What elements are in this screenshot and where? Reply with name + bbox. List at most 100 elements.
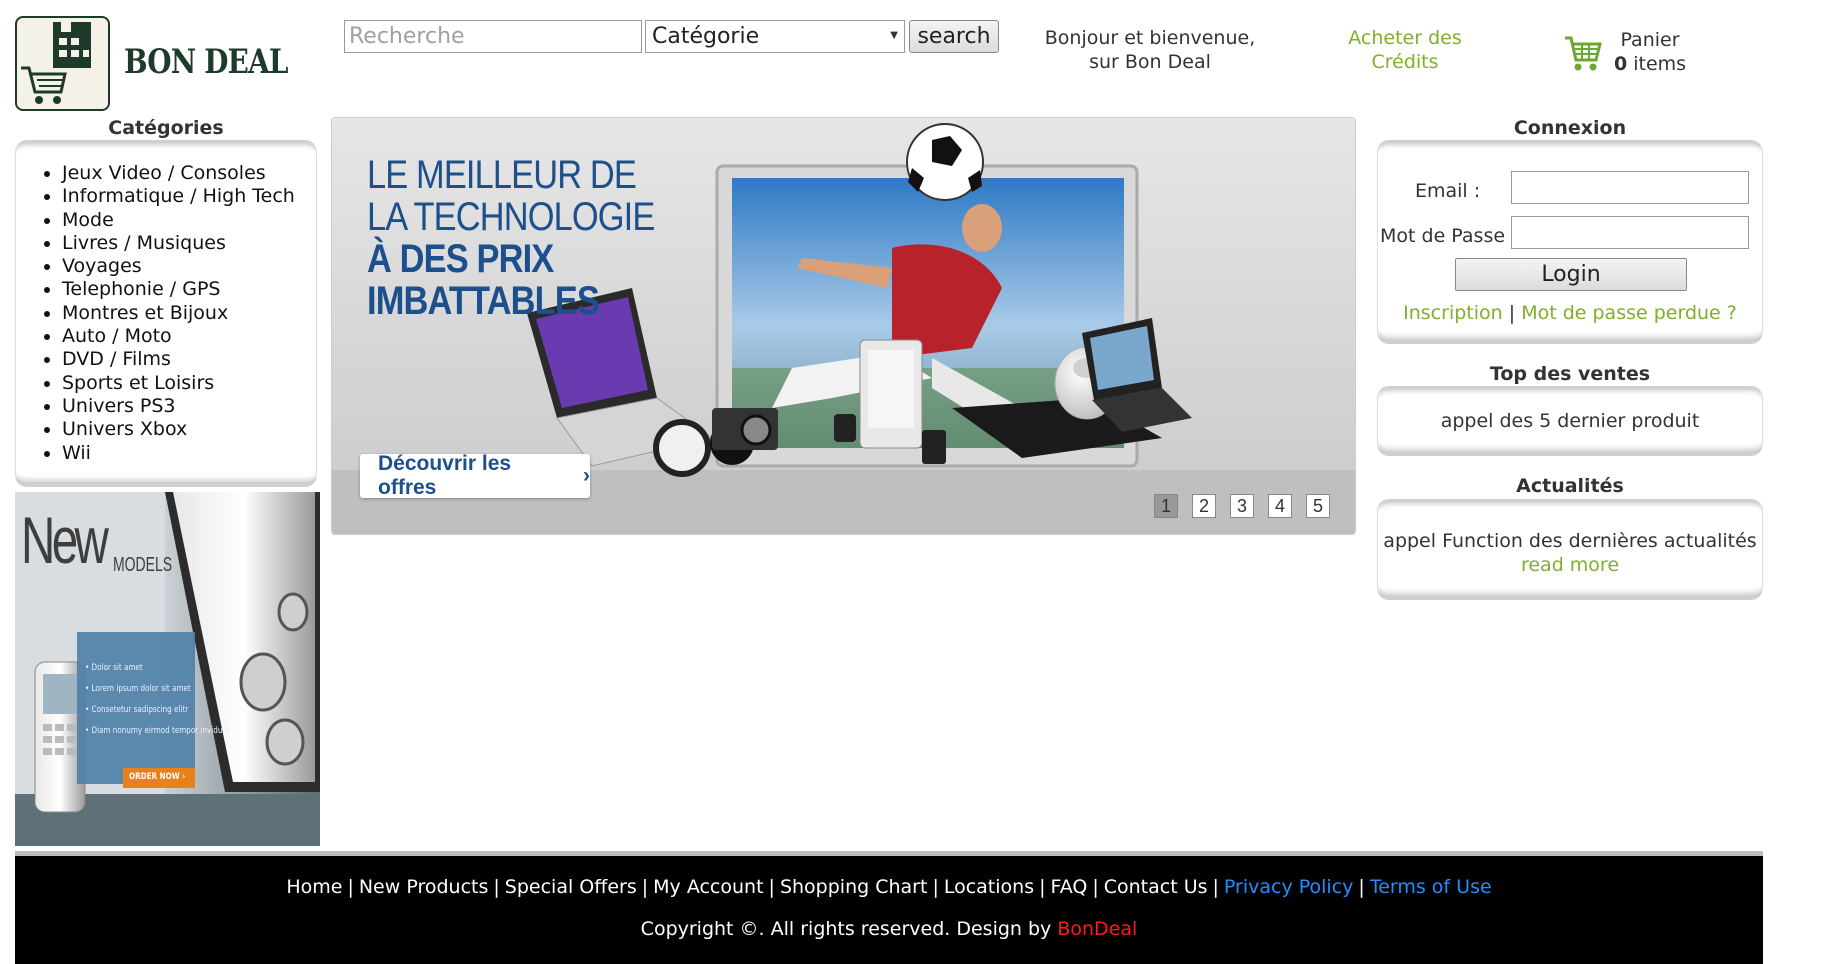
footer-link-my-account[interactable]: My Account — [653, 876, 763, 898]
ad-bullet-list: • Dolor sit amet • Lorem ipsum dolor sit… — [85, 658, 230, 742]
search-button[interactable]: search — [909, 20, 999, 53]
lost-password-link[interactable]: Mot de passe perdue ? — [1521, 302, 1737, 324]
chevron-right-icon: › — [583, 464, 590, 487]
news-content: appel Function des dernières actualités … — [1378, 529, 1762, 577]
ad-bullet: • Dolor sit amet — [85, 663, 143, 673]
carousel-pager: 1 2 3 4 5 — [1154, 494, 1330, 518]
category-item[interactable]: Univers PS3 — [62, 395, 295, 418]
categories-panel: Jeux Video / Consoles Informatique / Hig… — [15, 140, 317, 487]
buy-credits-line-2: Crédits — [1371, 51, 1439, 73]
category-item[interactable]: Jeux Video / Consoles — [62, 162, 295, 185]
link-separator: | — [1508, 302, 1516, 324]
dropdown-arrow-icon: ▼ — [890, 30, 898, 41]
ad-bullet: • Lorem ipsum dolor sit amet — [85, 684, 191, 694]
login-panel: Email : Mot de Passe : Login Inscription… — [1377, 140, 1763, 344]
discover-offers-button[interactable]: Découvrir les offres › — [360, 452, 590, 499]
category-item[interactable]: Wii — [62, 442, 295, 465]
carousel-page-4[interactable]: 4 — [1268, 494, 1292, 518]
welcome-message: Bonjour et bienvenue, sur Bon Deal — [1020, 26, 1280, 74]
cart-summary[interactable]: Panier 0 items — [1600, 28, 1700, 76]
footer-link-locations[interactable]: Locations — [944, 876, 1034, 898]
footer-separator: | — [1212, 876, 1219, 898]
category-select-value: Catégorie — [652, 24, 760, 49]
ad-subline: MODELS — [113, 554, 173, 576]
carousel-page-1[interactable]: 1 — [1154, 494, 1178, 518]
category-item[interactable]: Telephonie / GPS — [62, 278, 295, 301]
shopping-cart-icon[interactable] — [1563, 34, 1603, 72]
footer-separator: | — [1358, 876, 1365, 898]
footer-link-privacy-policy[interactable]: Privacy Policy — [1224, 876, 1353, 898]
footer-link-faq[interactable]: FAQ — [1051, 876, 1088, 898]
category-select[interactable]: Catégorie ▼ — [645, 20, 905, 53]
email-field[interactable] — [1511, 171, 1749, 204]
cart-label: Panier — [1620, 29, 1680, 51]
read-more-link[interactable]: read more — [1378, 553, 1762, 577]
carousel-page-2[interactable]: 2 — [1192, 494, 1216, 518]
logo-cart-icon — [21, 22, 91, 104]
footer-separator: | — [1092, 876, 1099, 898]
logo[interactable] — [15, 16, 110, 111]
search-input[interactable] — [344, 20, 642, 53]
carousel-page-3[interactable]: 3 — [1230, 494, 1254, 518]
category-item[interactable]: DVD / Films — [62, 348, 295, 371]
category-item[interactable]: Montres et Bijoux — [62, 302, 295, 325]
ad-bullet: • Consetetur sadipscing elitr — [85, 705, 189, 715]
cart-count-line: 0 items — [1600, 52, 1700, 76]
new-models-ad-banner[interactable]: New MODELS • Dolor sit amet • Lorem ipsu… — [15, 492, 320, 846]
hero-headline-line-1: LE MEILLEUR DE — [367, 153, 637, 197]
footer-separator: | — [347, 876, 354, 898]
ad-order-button[interactable]: ORDER NOW › — [129, 772, 185, 782]
logo-wordmark[interactable]: BON DEAL — [124, 42, 288, 82]
login-links: Inscription | Mot de passe perdue ? — [1378, 302, 1762, 324]
category-item[interactable]: Mode — [62, 209, 295, 232]
top-sales-text: appel des 5 dernier produit — [1440, 410, 1700, 432]
carousel-page-5[interactable]: 5 — [1306, 494, 1330, 518]
top-sales-panel: appel des 5 dernier produit — [1377, 386, 1763, 456]
designer-link[interactable]: BonDeal — [1057, 918, 1137, 940]
buy-credits-link[interactable]: Acheter des Crédits — [1330, 26, 1480, 74]
login-button[interactable]: Login — [1455, 258, 1687, 291]
category-item[interactable]: Livres / Musiques — [62, 232, 295, 255]
footer-link-shopping-chart[interactable]: Shopping Chart — [780, 876, 927, 898]
footer-link-new-products[interactable]: New Products — [359, 876, 489, 898]
news-title: Actualités — [1516, 475, 1624, 497]
buy-credits-line-1: Acheter des — [1348, 27, 1462, 49]
ad-headline: New — [21, 503, 109, 577]
categories-list: Jeux Video / Consoles Informatique / Hig… — [30, 162, 295, 465]
ad-bullet: • Diam nonumy eirmod tempor invidunt — [85, 726, 230, 736]
category-item[interactable]: Informatique / High Tech — [62, 185, 295, 208]
news-text: appel Function des dernières actualités — [1383, 530, 1757, 552]
password-field[interactable] — [1511, 216, 1749, 249]
welcome-line-1: Bonjour et bienvenue, — [1044, 27, 1256, 49]
category-item[interactable]: Voyages — [62, 255, 295, 278]
hero-headline: LE MEILLEUR DE LA TECHNOLOGIE À DES PRIX… — [367, 153, 655, 323]
login-title: Connexion — [1513, 117, 1627, 139]
cart-count: 0 — [1613, 53, 1628, 75]
hero-headline-line-3: À DES PRIX — [367, 237, 554, 281]
footer-separator: | — [932, 876, 939, 898]
footer-separator: | — [641, 876, 649, 898]
footer-link-home[interactable]: Home — [286, 876, 342, 898]
hero-headline-line-2: LA TECHNOLOGIE — [367, 195, 655, 239]
footer-separator: | — [1039, 876, 1046, 898]
footer-link-terms-of-use[interactable]: Terms of Use — [1370, 876, 1492, 898]
footer: Home | New Products | Special Offers | My Acco… — [15, 856, 1763, 964]
categories-title: Catégories — [108, 117, 224, 139]
footer-nav: Home | New Products | Special Offers | My Acco… — [15, 876, 1763, 898]
register-link[interactable]: Inscription — [1403, 302, 1503, 324]
category-item[interactable]: Univers Xbox — [62, 418, 295, 441]
footer-link-contact-us[interactable]: Contact Us — [1104, 876, 1208, 898]
hero-carousel[interactable]: LE MEILLEUR DE LA TECHNOLOGIE À DES PRIX… — [331, 117, 1356, 535]
email-label: Email : — [1415, 180, 1481, 202]
cart-items-suffix: items — [1633, 53, 1687, 75]
copyright: Copyright ©. All rights reserved. Design… — [15, 918, 1763, 940]
top-sales-title: Top des ventes — [1489, 363, 1651, 385]
copyright-text: Copyright ©. All rights reserved. Design… — [640, 918, 1058, 940]
footer-separator: | — [493, 876, 500, 898]
discover-offers-label: Découvrir les offres — [378, 452, 512, 499]
footer-link-special-offers[interactable]: Special Offers — [505, 876, 637, 898]
hero-headline-line-4: IMBATTABLES — [367, 279, 600, 323]
category-item[interactable]: Auto / Moto — [62, 325, 295, 348]
welcome-line-2: sur Bon Deal — [1089, 51, 1211, 73]
category-item[interactable]: Sports et Loisirs — [62, 372, 295, 395]
